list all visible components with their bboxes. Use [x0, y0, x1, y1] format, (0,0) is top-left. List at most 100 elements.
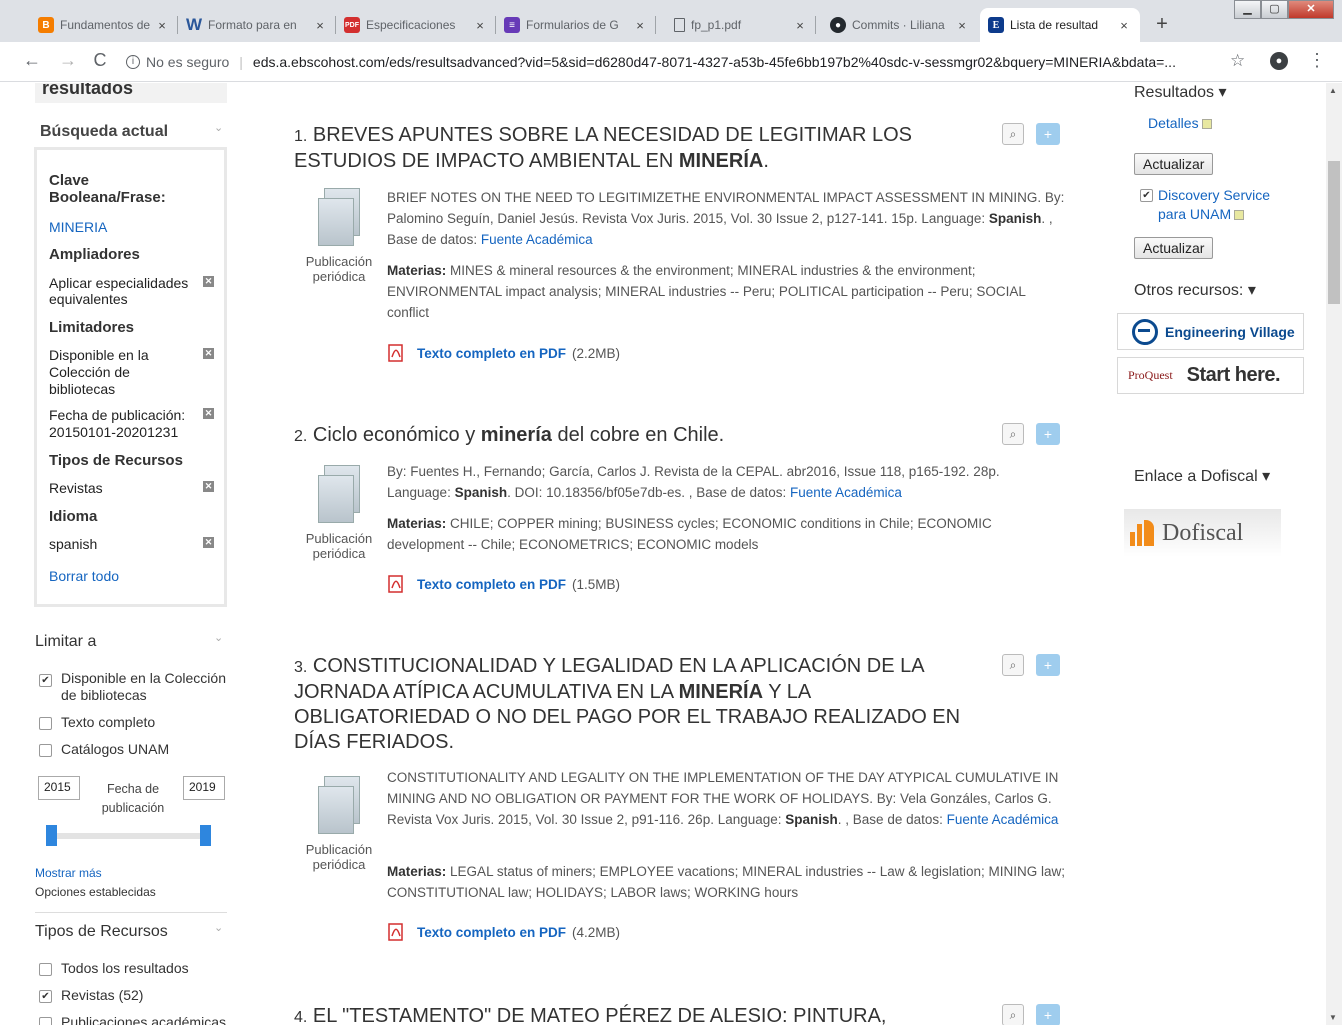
close-icon[interactable]: ×: [312, 18, 328, 33]
other-resources-title[interactable]: Otros recursos: ▾: [1134, 280, 1256, 300]
resource-types-title[interactable]: Tipos de Recursos: [35, 923, 168, 941]
current-search-title[interactable]: Búsqueda actual: [40, 123, 168, 141]
checkbox-available[interactable]: ✔: [39, 674, 52, 687]
pdf-icon: [388, 344, 403, 362]
slider-handle-start[interactable]: [46, 825, 57, 846]
clear-all-link[interactable]: Borrar todo: [49, 568, 119, 584]
remove-icon[interactable]: ✕: [203, 537, 214, 548]
preview-magnifier-icon[interactable]: ⌕: [1002, 123, 1024, 145]
dofiscal-title[interactable]: Enlace a Dofiscal ▾: [1134, 466, 1270, 486]
preview-magnifier-icon[interactable]: ⌕: [1002, 654, 1024, 676]
remove-icon[interactable]: ✕: [203, 348, 214, 359]
blogger-icon: B: [38, 17, 54, 33]
close-icon[interactable]: ×: [632, 18, 648, 33]
language-item: spanish: [49, 536, 98, 552]
checkbox-academic[interactable]: [39, 1017, 52, 1025]
date-label: Fecha de publicación: [101, 782, 165, 815]
add-to-folder-icon[interactable]: +: [1036, 423, 1060, 445]
close-icon[interactable]: ×: [154, 18, 170, 33]
expander-item: Aplicar especialidades equivalentes: [49, 275, 189, 307]
result-title-link[interactable]: 2. Ciclo económico y minería del cobre e…: [294, 423, 984, 449]
back-arrow-icon[interactable]: ←: [20, 50, 44, 71]
chevron-down-icon[interactable]: ⌄: [214, 921, 223, 934]
boolean-value-link[interactable]: MINERIA: [49, 219, 107, 235]
account-icon[interactable]: ●: [1270, 52, 1288, 70]
journal-icon: [316, 776, 362, 836]
update-button[interactable]: Actualizar: [1134, 237, 1214, 259]
journal-icon: [316, 188, 362, 248]
remove-icon[interactable]: ✕: [203, 481, 214, 492]
scroll-up-icon[interactable]: ▲: [1329, 86, 1337, 95]
close-icon[interactable]: ×: [472, 18, 488, 33]
result-description: BRIEF NOTES ON THE NEED TO LEGITIMIZETHE…: [387, 190, 1065, 247]
update-button[interactable]: Actualizar: [1134, 153, 1214, 175]
show-more-link[interactable]: Mostrar más: [35, 866, 102, 880]
tab-especificaciones[interactable]: PDF Especificaciones ×: [336, 8, 496, 42]
maximize-icon[interactable]: ▢: [1261, 0, 1288, 19]
remove-icon[interactable]: ✕: [203, 408, 214, 419]
scroll-down-icon[interactable]: ▼: [1329, 1013, 1337, 1022]
tab-formularios[interactable]: ≡ Formularios de G ×: [496, 8, 656, 42]
forward-arrow-icon[interactable]: →: [56, 50, 80, 71]
tab-lista-resultados[interactable]: E Lista de resultad ×: [980, 8, 1140, 42]
year-from-input[interactable]: 2015: [38, 776, 80, 800]
checkbox-discovery[interactable]: ✔: [1140, 189, 1153, 202]
file-icon: [674, 18, 685, 32]
slider-handle-end[interactable]: [200, 825, 211, 846]
checkbox-all-results[interactable]: [39, 963, 52, 976]
discovery-service-link[interactable]: Discovery Service para UNAM: [1158, 186, 1288, 224]
new-tab-button[interactable]: +: [1149, 12, 1175, 38]
scrollbar-thumb[interactable]: [1328, 161, 1340, 304]
preview-magnifier-icon[interactable]: ⌕: [1002, 1004, 1024, 1025]
database-link[interactable]: Fuente Académica: [947, 812, 1059, 827]
url-field[interactable]: i No es seguro | eds.a.ebscohost.com/eds…: [126, 48, 1266, 76]
tab-label: fp_p1.pdf: [691, 18, 742, 32]
tab-fundamentos[interactable]: B Fundamentos de ×: [30, 8, 178, 42]
star-icon[interactable]: ☆: [1230, 51, 1245, 71]
pdf-fulltext-link[interactable]: Texto completo en PDF: [417, 346, 566, 361]
limit-to-title[interactable]: Limitar a: [35, 633, 96, 651]
add-to-folder-icon[interactable]: +: [1036, 654, 1060, 676]
preview-magnifier-icon[interactable]: ⌕: [1002, 423, 1024, 445]
year-to-input[interactable]: 2019: [183, 776, 225, 800]
close-icon[interactable]: ×: [792, 18, 808, 33]
results-title[interactable]: Resultados ▾: [1134, 83, 1227, 102]
dofiscal-logo[interactable]: Dofiscal: [1124, 509, 1281, 557]
checkbox-journals[interactable]: ✔: [39, 990, 52, 1003]
tab-formato[interactable]: W Formato para en ×: [178, 8, 336, 42]
date-slider-track[interactable]: [50, 833, 205, 839]
remove-icon[interactable]: ✕: [203, 276, 214, 287]
menu-kebab-icon[interactable]: ⋮: [1308, 50, 1326, 71]
add-to-folder-icon[interactable]: +: [1036, 123, 1060, 145]
result-title-link[interactable]: 4. EL "TESTAMENTO" DE MATEO PÉREZ DE ALE…: [294, 1004, 984, 1025]
caret-down-icon: ▾: [1218, 84, 1227, 101]
info-icon[interactable]: i: [126, 55, 140, 69]
checkbox-full-text[interactable]: [39, 717, 52, 730]
publication-type: Publicación periódica: [302, 465, 376, 561]
set-options-link[interactable]: Opciones establecidas: [35, 885, 156, 899]
result-title-link[interactable]: 3. CONSTITUCIONALIDAD Y LEGALIDAD EN LA …: [294, 654, 974, 755]
checkbox-catalogos[interactable]: [39, 744, 52, 757]
engineering-village-logo[interactable]: Engineering Village: [1117, 313, 1304, 350]
result-title-link[interactable]: 1. BREVES APUNTES SOBRE LA NECESIDAD DE …: [294, 123, 984, 174]
chevron-down-icon[interactable]: ⌄: [214, 121, 223, 134]
tab-commits[interactable]: ● Commits · Liliana ×: [822, 8, 978, 42]
database-link[interactable]: Fuente Académica: [481, 232, 593, 247]
reload-icon[interactable]: C: [88, 50, 112, 71]
close-window-icon[interactable]: ✕: [1288, 0, 1334, 19]
tab-label: Formularios de G: [526, 18, 619, 32]
pdf-fulltext: Texto completo en PDF (2.2MB): [387, 344, 620, 362]
details-link[interactable]: Detalles: [1148, 115, 1212, 131]
resource-option-label: Publicaciones académicas: [61, 1014, 226, 1025]
pdf-fulltext-link[interactable]: Texto completo en PDF: [417, 925, 566, 940]
minimize-icon[interactable]: ▁: [1234, 0, 1261, 19]
tab-fp-p1[interactable]: fp_p1.pdf ×: [664, 8, 816, 42]
close-icon[interactable]: ×: [954, 18, 970, 33]
database-link[interactable]: Fuente Académica: [790, 485, 902, 500]
proquest-logo[interactable]: ProQuest Start here.: [1117, 357, 1304, 394]
pdf-icon: [388, 575, 403, 593]
add-to-folder-icon[interactable]: +: [1036, 1004, 1060, 1025]
chevron-down-icon[interactable]: ⌄: [214, 631, 223, 644]
pdf-fulltext-link[interactable]: Texto completo en PDF: [417, 577, 566, 592]
close-icon[interactable]: ×: [1116, 18, 1132, 33]
